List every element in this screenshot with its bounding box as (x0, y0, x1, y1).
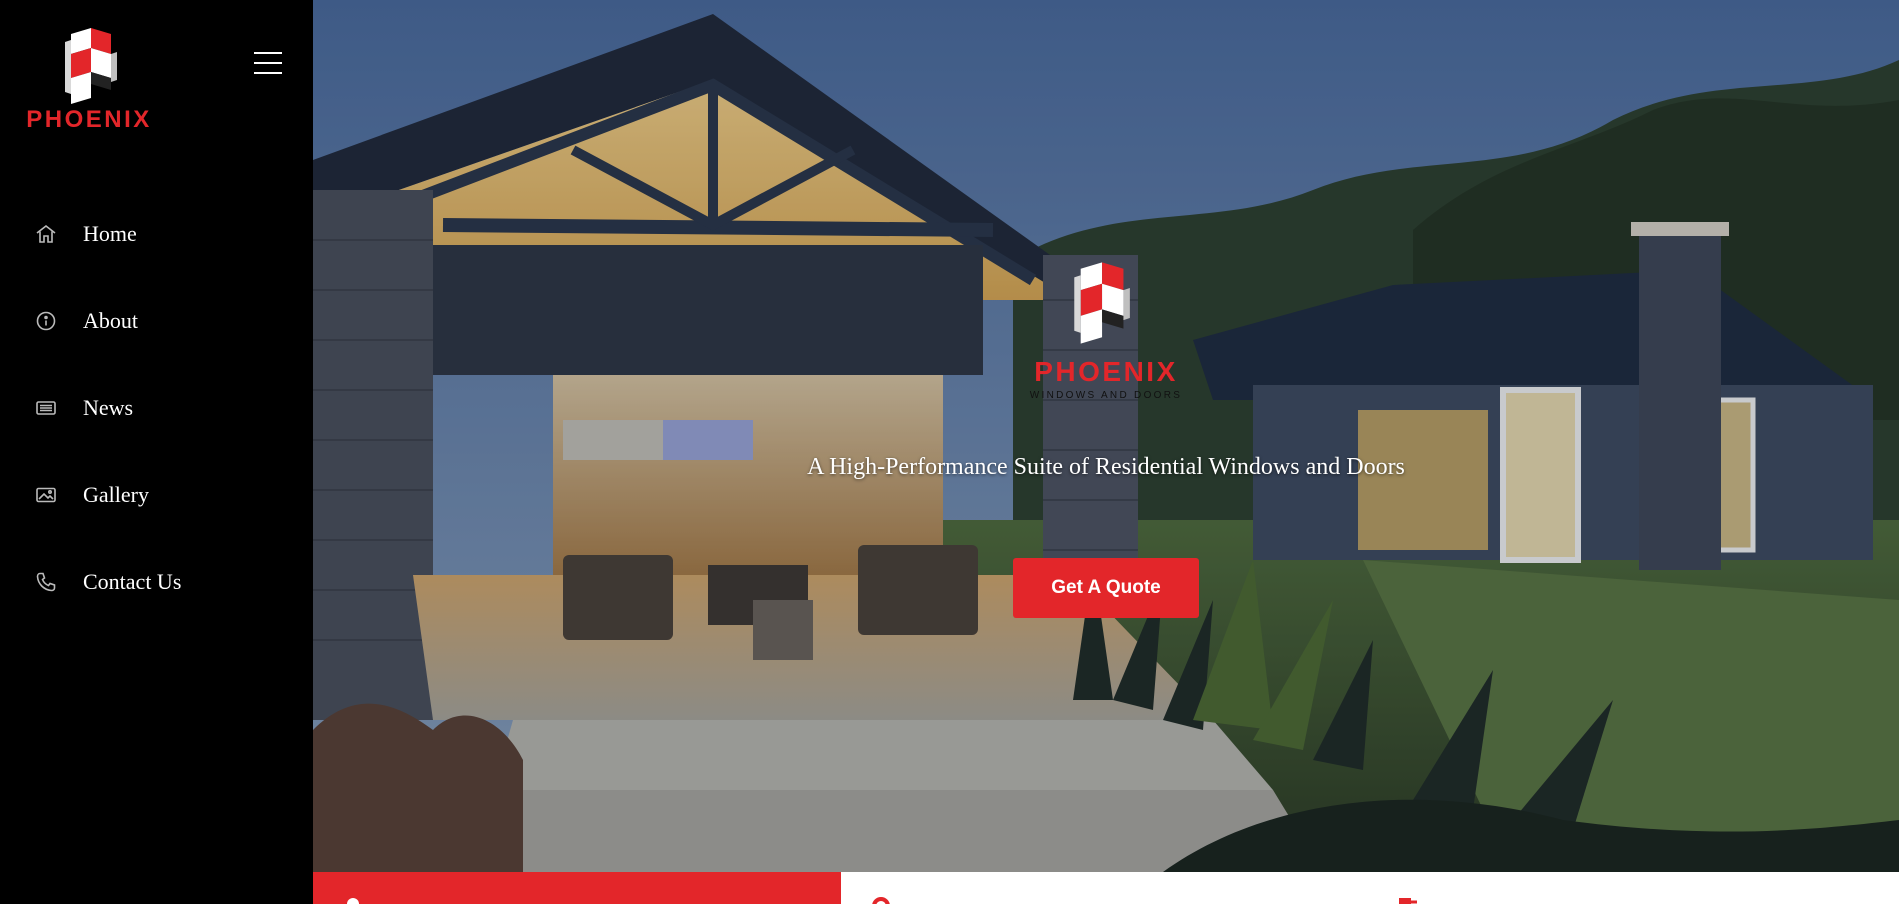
hamburger-line (254, 72, 282, 74)
hamburger-line (254, 62, 282, 64)
nav-label-about: About (83, 308, 138, 333)
feature-card-location[interactable] (313, 872, 841, 904)
sidebar: PHOENIX Home About News Gallery Contact … (0, 0, 313, 904)
phone-icon (32, 568, 60, 596)
hero-overlay (313, 0, 1899, 872)
hamburger-line (254, 52, 282, 54)
phoenix-logo-icon (1074, 262, 1130, 344)
hero-brand-subtitle: WINDOWS AND DOORS (1029, 390, 1183, 401)
feature-card-document[interactable] (1369, 872, 1899, 904)
nav-label-contact: Contact Us (83, 569, 182, 594)
nav-label-home: Home (83, 221, 137, 246)
hero-headline: A High-Performance Suite of Residential … (807, 454, 1405, 480)
get-a-quote-button[interactable]: Get A Quote (1013, 558, 1199, 618)
home-icon (32, 220, 60, 248)
image-icon (32, 481, 60, 509)
newspaper-icon (32, 394, 60, 422)
hero-brand-logo: PHOENIX WINDOWS AND DOORS (1026, 262, 1186, 407)
brand-name: PHOENIX (26, 106, 152, 133)
feature-strip (313, 872, 1899, 904)
location-icon (343, 896, 363, 904)
nav-label-news: News (83, 395, 134, 420)
nav-item-home[interactable]: Home (32, 216, 282, 252)
info-icon (32, 307, 60, 335)
hamburger-menu-button[interactable] (252, 50, 284, 76)
phoenix-logo-icon (65, 28, 117, 104)
brand-logo[interactable]: PHOENIX (24, 26, 154, 136)
hero-brand-name: PHOENIX (1034, 356, 1178, 387)
nav-label-gallery: Gallery (83, 482, 149, 507)
nav-item-gallery[interactable]: Gallery (32, 477, 282, 513)
nav-item-about[interactable]: About (32, 303, 282, 339)
hero-section: PHOENIX WINDOWS AND DOORS A High-Perform… (313, 0, 1899, 872)
nav-item-contact[interactable]: Contact Us (32, 564, 282, 600)
feature-card-settings[interactable] (841, 872, 1369, 904)
settings-icon (871, 896, 891, 904)
document-icon (1397, 896, 1417, 904)
nav-item-news[interactable]: News (32, 390, 282, 426)
